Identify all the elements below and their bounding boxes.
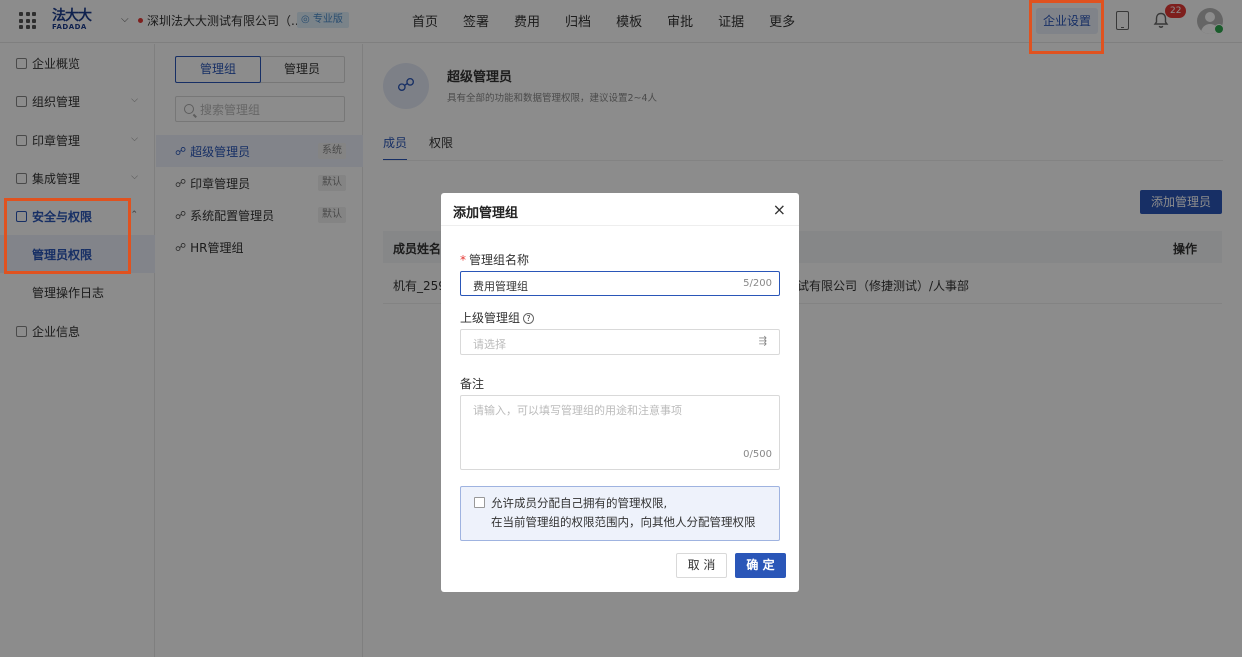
dialog-divider bbox=[441, 225, 799, 226]
dialog-title: 添加管理组 bbox=[453, 206, 519, 221]
cancel-button[interactable]: 取 消 bbox=[676, 553, 727, 578]
required-mark: * bbox=[460, 253, 466, 267]
allow-delegate-checkbox[interactable] bbox=[474, 497, 485, 508]
allow-delegate-text-2: 在当前管理组的权限范围内，向其他人分配管理权限 bbox=[491, 515, 756, 529]
confirm-button[interactable]: 确 定 bbox=[735, 553, 786, 578]
annotation-highlight bbox=[1029, 0, 1104, 54]
close-icon[interactable]: × bbox=[773, 200, 786, 219]
group-name-label-text: 管理组名称 bbox=[469, 253, 530, 267]
group-name-label: * 管理组名称 bbox=[460, 251, 529, 268]
group-name-input[interactable]: 费用管理组 5/200 bbox=[460, 271, 780, 296]
parent-group-placeholder: 请选择 bbox=[473, 338, 506, 351]
help-icon[interactable]: ? bbox=[523, 313, 535, 324]
tree-select-icon: ⇶ bbox=[758, 336, 767, 347]
note-placeholder: 请输入，可以填写管理组的用途和注意事项 bbox=[473, 404, 682, 417]
add-group-dialog: 添加管理组 × * 管理组名称 费用管理组 5/200 上级管理组? 请选择 ⇶ … bbox=[441, 193, 799, 592]
parent-group-label-text: 上级管理组 bbox=[460, 311, 521, 325]
group-name-value: 费用管理组 bbox=[473, 280, 528, 293]
allow-delegate-text-1: 允许成员分配自己拥有的管理权限, bbox=[491, 496, 668, 510]
annotation-highlight bbox=[4, 198, 131, 274]
parent-group-select[interactable]: 请选择 ⇶ bbox=[460, 329, 780, 355]
note-textarea[interactable]: 请输入，可以填写管理组的用途和注意事项 0/500 bbox=[460, 395, 780, 470]
allow-delegate-option: 允许成员分配自己拥有的管理权限, 在当前管理组的权限范围内，向其他人分配管理权限 bbox=[460, 486, 780, 541]
note-label: 备注 bbox=[460, 377, 485, 391]
note-counter: 0/500 bbox=[743, 449, 772, 460]
group-name-counter: 5/200 bbox=[743, 278, 772, 289]
parent-group-label: 上级管理组? bbox=[460, 309, 535, 326]
